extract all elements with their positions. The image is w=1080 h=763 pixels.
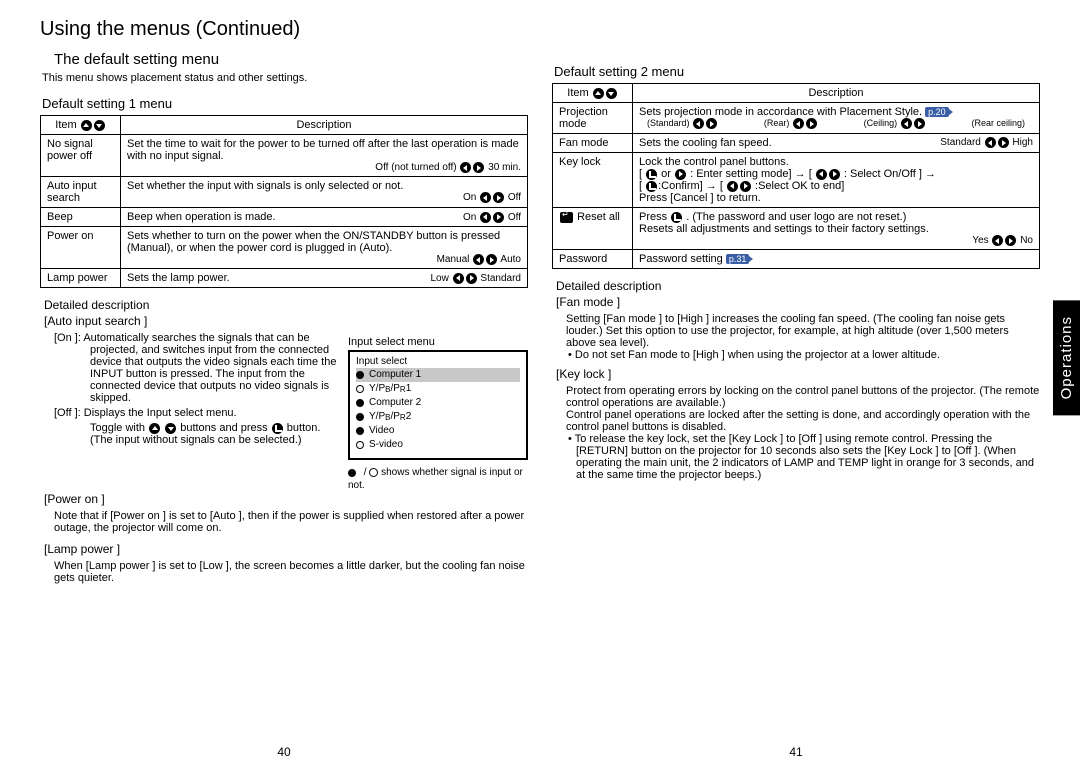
page-ref-badge: p.20	[925, 107, 949, 117]
table-row: Lamp power Sets the lamp power.Low Stand…	[41, 269, 528, 288]
enter-icon	[272, 423, 283, 434]
up-icon	[81, 120, 92, 131]
dot-filled-icon	[356, 371, 364, 379]
up-icon	[593, 88, 604, 99]
page-number: 41	[789, 745, 802, 759]
section-tab: Operations	[1053, 300, 1080, 415]
left-icon	[460, 162, 471, 173]
table-row: Power on Sets whether to turn on the pow…	[41, 227, 528, 269]
menu-note: / shows whether signal is input or not.	[348, 466, 528, 492]
list-item: Video	[356, 424, 520, 438]
input-select-menu: Input select menu Input select Computer …	[348, 332, 528, 492]
page-number: 40	[277, 745, 290, 759]
detailed-description-title: Detailed description	[44, 298, 528, 312]
th-item: Item	[553, 84, 633, 103]
th-desc: Description	[633, 84, 1040, 103]
dot-icon	[356, 385, 364, 393]
power-on-heading: [Power on ]	[44, 492, 528, 506]
up-icon	[149, 423, 160, 434]
table-row: Projection mode Sets projection mode in …	[553, 103, 1040, 134]
return-icon	[560, 212, 573, 223]
fan-mode-text: Setting [Fan mode ] to [High ] increases…	[552, 313, 1040, 349]
power-on-text: Note that if [Power on ] is set to [Auto…	[40, 510, 528, 534]
list-item: Computer 2	[356, 396, 520, 410]
page-left: Using the menus (Continued) The default …	[28, 18, 540, 763]
enter-icon	[671, 212, 682, 223]
page-ref-badge: p.31	[726, 254, 750, 264]
th-desc: Description	[121, 116, 528, 135]
page-right: Default setting 2 menu Item Description …	[540, 18, 1052, 763]
table-row: No signal power off Set the time to wait…	[41, 135, 528, 177]
table-row: Auto input search Set whether the input …	[41, 177, 528, 208]
key-lock-heading: [Key lock ]	[556, 367, 1040, 381]
down-icon	[94, 120, 105, 131]
table-row: Key lock Lock the control panel buttons.…	[553, 153, 1040, 208]
section-heading: The default setting menu	[54, 51, 528, 68]
down-icon	[165, 423, 176, 434]
auto-input-text: [On ]: Automatically searches the signal…	[40, 332, 338, 449]
list-item: Computer 1	[356, 368, 520, 382]
th-item: Item	[41, 116, 121, 135]
subsection-heading: Default setting 2 menu	[554, 64, 1040, 79]
down-icon	[606, 88, 617, 99]
auto-input-heading: [Auto input search ]	[44, 314, 528, 328]
key-lock-bullet: • To release the key lock, set the [Key …	[552, 433, 1040, 481]
right-icon	[473, 162, 484, 173]
detailed-description-title: Detailed description	[556, 279, 1040, 293]
table-row: Fan mode Sets the cooling fan speed.Stan…	[553, 134, 1040, 153]
list-item: Y/PB/PR 2	[356, 410, 520, 424]
settings-table-2: Item Description Projection mode Sets pr…	[552, 83, 1040, 269]
enter-icon	[646, 169, 657, 180]
lamp-power-heading: [Lamp power ]	[44, 542, 528, 556]
settings-table-1: Item Description No signal power off Set…	[40, 115, 528, 288]
table-row: Beep Beep when operation is made.On Off	[41, 208, 528, 227]
table-row: Password Password setting p.31	[553, 250, 1040, 269]
intro-text: This menu shows placement status and oth…	[42, 72, 528, 84]
fan-mode-heading: [Fan mode ]	[556, 295, 1040, 309]
key-lock-text: Control panel operations are locked afte…	[552, 409, 1040, 433]
subsection-heading: Default setting 1 menu	[42, 96, 528, 111]
list-item: Y/PB/PR 1	[356, 382, 520, 396]
list-item: S-video	[356, 438, 520, 452]
fan-mode-bullet: • Do not set Fan mode to [High ] when us…	[552, 349, 1040, 361]
page-heading: Using the menus (Continued)	[40, 18, 528, 41]
lamp-power-text: When [Lamp power ] is set to [Low ], the…	[40, 560, 528, 584]
key-lock-text: Protect from operating errors by locking…	[552, 385, 1040, 409]
table-row: Reset all Press . (The password and user…	[553, 208, 1040, 250]
